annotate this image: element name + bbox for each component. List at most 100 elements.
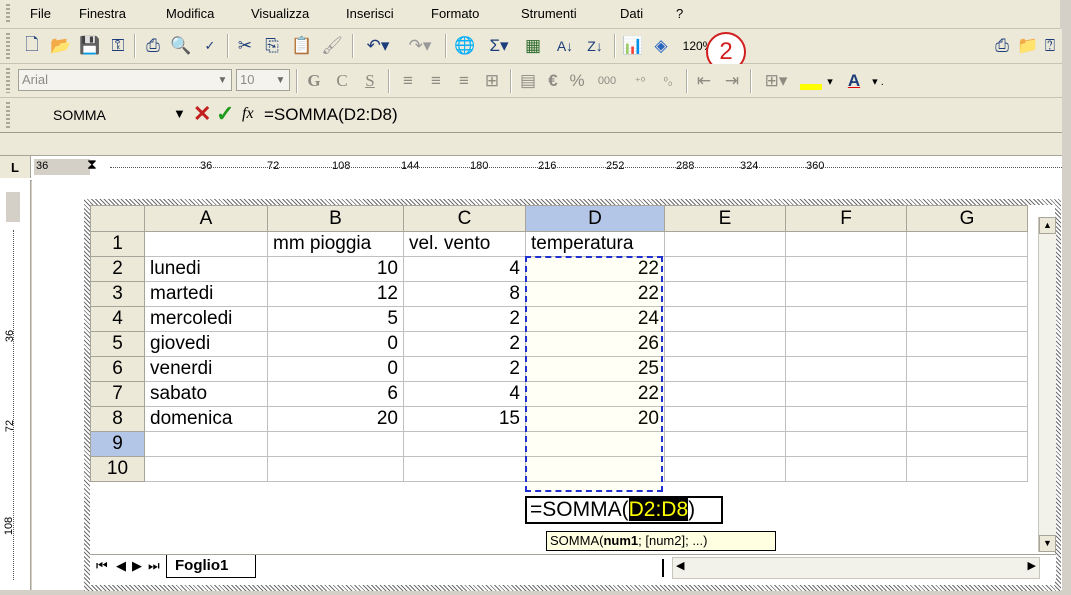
row-header[interactable]: 3 bbox=[90, 281, 145, 307]
cell[interactable]: 4 bbox=[403, 381, 526, 407]
scroll-up-icon[interactable]: ▲ bbox=[1039, 217, 1056, 234]
align-left-icon[interactable]: ≡ bbox=[396, 69, 420, 93]
row-header[interactable]: 8 bbox=[90, 406, 145, 432]
cell[interactable] bbox=[144, 456, 268, 482]
row-header[interactable]: 2 bbox=[90, 256, 145, 282]
column-header-f[interactable]: F bbox=[785, 205, 907, 232]
cell[interactable]: martedi bbox=[144, 281, 268, 307]
font-size-combo[interactable]: 10 ▼ bbox=[236, 69, 290, 91]
cell[interactable]: 6 bbox=[267, 381, 404, 407]
column-header-e[interactable]: E bbox=[664, 205, 786, 232]
cell[interactable]: 12 bbox=[267, 281, 404, 307]
cut-icon[interactable]: ✂ bbox=[233, 34, 257, 58]
decrease-decimal-icon[interactable]: ⁰₀ bbox=[656, 69, 680, 93]
font-name-combo[interactable]: Arial ▼ bbox=[18, 69, 232, 91]
cell[interactable] bbox=[906, 356, 1028, 382]
cell[interactable] bbox=[906, 306, 1028, 332]
cell[interactable] bbox=[664, 331, 786, 357]
cell[interactable] bbox=[785, 331, 907, 357]
underline-button[interactable]: S bbox=[358, 69, 382, 93]
vertical-scrollbar[interactable]: ▲ ▼ bbox=[1038, 217, 1056, 552]
cell[interactable]: mm pioggia bbox=[267, 231, 404, 257]
sort-ascending-icon[interactable]: A↓ bbox=[552, 34, 578, 58]
cell[interactable]: 2 bbox=[403, 306, 526, 332]
cell[interactable]: 8 bbox=[403, 281, 526, 307]
chevron-down-icon[interactable]: ▼ bbox=[273, 71, 288, 89]
align-right-icon[interactable]: ≡ bbox=[452, 69, 476, 93]
undo-icon[interactable]: ↶▾ bbox=[358, 34, 398, 58]
print-icon[interactable]: ⎙ bbox=[140, 34, 166, 58]
merge-center-icon[interactable]: ⊞ bbox=[480, 69, 504, 93]
menu-file[interactable]: File bbox=[30, 6, 51, 21]
euro-button[interactable]: € bbox=[542, 69, 564, 93]
cell[interactable]: 15 bbox=[403, 406, 526, 432]
research-icon[interactable]: 📁 bbox=[1016, 34, 1040, 58]
increase-decimal-icon[interactable]: ⁺⁰ bbox=[628, 69, 652, 93]
cell[interactable] bbox=[664, 231, 786, 257]
align-center-icon[interactable]: ≡ bbox=[424, 69, 448, 93]
redo-icon[interactable]: ↷▾ bbox=[400, 34, 440, 58]
increase-indent-icon[interactable]: ⇥ bbox=[720, 69, 744, 93]
row-header[interactable]: 4 bbox=[90, 306, 145, 332]
menu-help[interactable]: ? bbox=[676, 6, 683, 21]
cell[interactable] bbox=[403, 456, 526, 482]
insert-function-icon[interactable]: ▦ bbox=[520, 34, 546, 58]
italic-button[interactable]: C bbox=[330, 69, 354, 93]
cell[interactable] bbox=[403, 431, 526, 457]
menu-strumenti[interactable]: Strumenti bbox=[521, 6, 577, 21]
column-header-b[interactable]: B bbox=[267, 205, 404, 232]
cell[interactable] bbox=[785, 356, 907, 382]
thousands-button[interactable]: 000 bbox=[592, 69, 622, 93]
column-header-d[interactable]: D bbox=[525, 205, 665, 232]
cell[interactable] bbox=[906, 406, 1028, 432]
column-header-c[interactable]: C bbox=[403, 205, 526, 232]
prev-sheet-icon[interactable]: ◀ bbox=[116, 558, 126, 574]
cell[interactable] bbox=[785, 381, 907, 407]
insert-function-fx-icon[interactable]: fx bbox=[242, 105, 254, 123]
cell[interactable] bbox=[664, 356, 786, 382]
name-box[interactable]: SOMMA bbox=[53, 107, 106, 123]
cell[interactable] bbox=[906, 431, 1028, 457]
drawing-icon[interactable]: ◈ bbox=[648, 34, 674, 58]
scroll-down-icon[interactable]: ▼ bbox=[1039, 535, 1056, 552]
row-header[interactable]: 5 bbox=[90, 331, 145, 357]
cell[interactable]: sabato bbox=[144, 381, 268, 407]
cell[interactable] bbox=[785, 256, 907, 282]
cancel-icon[interactable]: ✕ bbox=[193, 101, 211, 127]
cell[interactable] bbox=[664, 406, 786, 432]
new-document-icon[interactable]: 🗋 bbox=[20, 34, 44, 58]
column-header-g[interactable]: G bbox=[906, 205, 1028, 232]
last-sheet-icon[interactable]: ⏭ bbox=[148, 558, 160, 574]
open-folder-icon[interactable]: 📂 bbox=[48, 34, 74, 58]
cell[interactable] bbox=[785, 281, 907, 307]
enter-icon[interactable]: ✓ bbox=[216, 101, 234, 127]
cell[interactable] bbox=[906, 256, 1028, 282]
row-header[interactable]: 6 bbox=[90, 356, 145, 382]
cell[interactable] bbox=[144, 431, 268, 457]
menu-modifica[interactable]: Modifica bbox=[166, 6, 214, 21]
cell[interactable] bbox=[664, 281, 786, 307]
save-icon[interactable]: 💾 bbox=[78, 34, 102, 58]
name-box-dropdown-icon[interactable]: ▼ bbox=[173, 106, 186, 121]
cell[interactable] bbox=[785, 231, 907, 257]
cell[interactable] bbox=[785, 431, 907, 457]
scroll-right-icon[interactable]: ▶ bbox=[1028, 559, 1036, 572]
cell[interactable] bbox=[906, 381, 1028, 407]
help-icon[interactable]: ⍰ bbox=[1040, 34, 1060, 58]
font-color-icon[interactable]: A bbox=[842, 69, 866, 93]
cell[interactable]: temperatura bbox=[525, 231, 665, 257]
sheet-tab-foglio1[interactable]: Foglio1 bbox=[166, 555, 256, 578]
indent-marker-icon[interactable]: ⧗ bbox=[87, 156, 97, 173]
cell[interactable] bbox=[664, 381, 786, 407]
cell[interactable] bbox=[664, 306, 786, 332]
chart-wizard-icon[interactable]: 📊 bbox=[620, 34, 646, 58]
row-header[interactable]: 9 bbox=[90, 431, 145, 457]
cell[interactable] bbox=[785, 306, 907, 332]
fill-color-dropdown-icon[interactable]: ▾ bbox=[822, 69, 838, 93]
cell[interactable] bbox=[267, 456, 404, 482]
tab-stop-icon[interactable]: L bbox=[0, 156, 31, 178]
cell[interactable]: 10 bbox=[267, 256, 404, 282]
cell[interactable]: giovedi bbox=[144, 331, 268, 357]
sort-descending-icon[interactable]: Z↓ bbox=[582, 34, 608, 58]
formula-input[interactable]: =SOMMA(D2:D8) bbox=[264, 105, 398, 125]
